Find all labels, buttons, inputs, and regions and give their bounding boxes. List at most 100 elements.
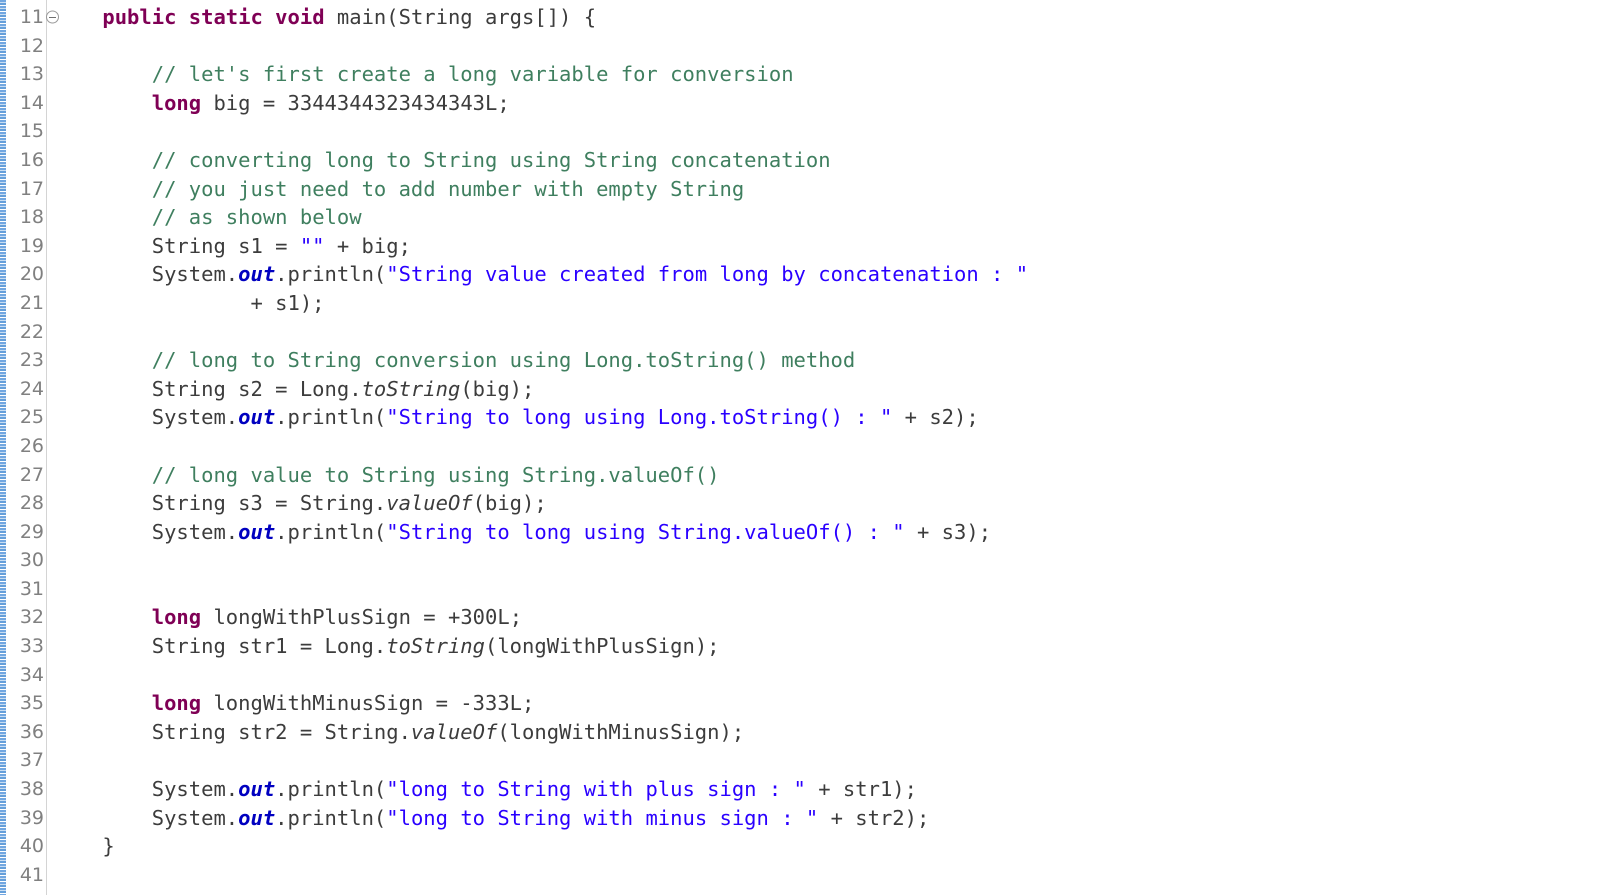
- line-number-label: 25: [19, 406, 44, 429]
- token-plain: String s3 = String.: [53, 491, 387, 516]
- code-line[interactable]: long longWithPlusSign = +300L;: [53, 603, 1600, 632]
- token-plain: ;: [497, 90, 510, 115]
- token-plain: String str1 = Long.: [53, 634, 387, 659]
- line-number: 21: [6, 289, 46, 318]
- line-number: 12: [6, 32, 46, 61]
- fold-collapse-icon[interactable]: [46, 10, 59, 24]
- line-number-label: 23: [19, 349, 44, 372]
- line-number-label: 30: [19, 549, 44, 572]
- code-editor[interactable]: 11 12 13 14 15 16 17 18 19 20 21 22 23 24 25 26 27 28 29 30…: [0, 0, 1600, 895]
- token-staticmth: valueOf: [410, 719, 498, 744]
- code-line[interactable]: [53, 746, 1600, 775]
- code-line[interactable]: [53, 117, 1600, 146]
- token-plain: System.: [53, 777, 239, 802]
- line-number-label: 35: [19, 692, 44, 715]
- code-line[interactable]: // long value to String using String.val…: [53, 461, 1600, 490]
- line-number-label: 16: [19, 148, 44, 171]
- line-number-label: 39: [19, 806, 44, 829]
- token-string: "String to long using Long.toString() : …: [386, 405, 893, 430]
- code-line[interactable]: String s3 = String.valueOf(big);: [53, 489, 1600, 518]
- line-number: 31: [6, 575, 46, 604]
- code-line[interactable]: }: [53, 832, 1600, 861]
- token-plain: + str1);: [805, 777, 917, 802]
- line-number-label: 21: [19, 291, 44, 314]
- token-plain: .println(: [275, 262, 387, 287]
- line-number-label: 36: [19, 720, 44, 743]
- token-plain: longWithMinusSign = -: [201, 691, 473, 716]
- line-number-label: 33: [19, 635, 44, 658]
- line-number: 20: [6, 260, 46, 289]
- code-line[interactable]: long big = 3344344323434343L;: [53, 89, 1600, 118]
- token-staticfld: out: [238, 777, 276, 802]
- token-staticmth: toString: [386, 634, 485, 659]
- line-number: 29: [6, 518, 46, 547]
- token-kw: public static void: [102, 5, 325, 29]
- line-number-label: 40: [19, 835, 44, 858]
- line-number: 22: [6, 318, 46, 347]
- line-number-label: 38: [19, 778, 44, 801]
- code-line[interactable]: String s2 = Long.toString(big);: [53, 375, 1600, 404]
- token-plain: System.: [53, 519, 239, 544]
- token-comment: // let's first create a long variable fo…: [151, 62, 794, 87]
- code-line[interactable]: // you just need to add number with empt…: [53, 175, 1600, 204]
- line-number: 25: [6, 403, 46, 432]
- token-plain: System.: [53, 405, 239, 430]
- token-plain: (longWithPlusSign);: [485, 634, 720, 659]
- token-plain: + s2);: [892, 405, 979, 430]
- token-plain: ;: [522, 691, 535, 716]
- token-plain: + s3);: [904, 519, 992, 544]
- line-number-label: 32: [19, 606, 44, 629]
- line-number: 19: [6, 232, 46, 261]
- code-text-area[interactable]: public static void main(String args[]) {…: [47, 0, 1600, 895]
- code-line[interactable]: System.out.println("String to long using…: [53, 518, 1600, 547]
- token-staticfld: out: [238, 805, 276, 830]
- code-line[interactable]: System.out.println("long to String with …: [53, 804, 1600, 833]
- code-line[interactable]: // long to String conversion using Long.…: [53, 346, 1600, 375]
- token-comment: // long value to String using String.val…: [151, 462, 720, 487]
- code-line[interactable]: System.out.println("long to String with …: [53, 775, 1600, 804]
- line-number: 23: [6, 346, 46, 375]
- code-line[interactable]: [53, 318, 1600, 347]
- code-line[interactable]: [53, 32, 1600, 61]
- token-plain: String str2 = String.: [53, 719, 411, 744]
- token-plain: ;: [509, 605, 523, 630]
- code-line[interactable]: + s1);: [53, 289, 1600, 318]
- line-number-label: 12: [19, 34, 44, 57]
- token-number: 3344344323434343L: [287, 90, 498, 115]
- line-number: 33: [6, 632, 46, 661]
- code-line[interactable]: long longWithMinusSign = -333L;: [53, 689, 1600, 718]
- line-number-label: 37: [19, 749, 44, 772]
- line-number-label: 13: [19, 63, 44, 86]
- code-line[interactable]: [53, 432, 1600, 461]
- line-number-label: 41: [19, 863, 44, 886]
- line-number-label: 28: [19, 492, 44, 515]
- line-number: 16: [6, 146, 46, 175]
- line-number: 27: [6, 461, 46, 490]
- line-number-gutter[interactable]: 11 12 13 14 15 16 17 18 19 20 21 22 23 24 25 26 27 28 29 30…: [6, 0, 59, 895]
- code-line[interactable]: System.out.println("String to long using…: [53, 403, 1600, 432]
- token-plain: String s2 = Long.: [53, 376, 362, 401]
- code-line[interactable]: [53, 861, 1600, 890]
- code-line[interactable]: [53, 661, 1600, 690]
- code-line[interactable]: [53, 575, 1600, 604]
- code-line[interactable]: // as shown below: [53, 203, 1600, 232]
- line-number-label: 22: [19, 320, 44, 343]
- code-line[interactable]: String str1 = Long.toString(longWithPlus…: [53, 632, 1600, 661]
- line-number: 18: [6, 203, 46, 232]
- token-staticfld: out: [238, 519, 276, 544]
- code-line[interactable]: // converting long to String using Strin…: [53, 146, 1600, 175]
- token-string: "String value created from long by conca…: [386, 262, 1029, 287]
- code-line[interactable]: System.out.println("String value created…: [53, 260, 1600, 289]
- code-line[interactable]: String s1 = "" + big;: [53, 232, 1600, 261]
- line-number-label: 15: [19, 120, 44, 143]
- code-line[interactable]: String str2 = String.valueOf(longWithMin…: [53, 718, 1600, 747]
- line-number-label: 24: [19, 377, 44, 400]
- code-line[interactable]: public static void main(String args[]) {: [53, 3, 1600, 32]
- code-line[interactable]: [53, 546, 1600, 575]
- line-number: 37: [6, 746, 46, 775]
- code-line[interactable]: // let's first create a long variable fo…: [53, 60, 1600, 89]
- line-number: 15: [6, 117, 46, 146]
- line-number: 41: [6, 861, 46, 890]
- token-staticfld: out: [238, 262, 276, 287]
